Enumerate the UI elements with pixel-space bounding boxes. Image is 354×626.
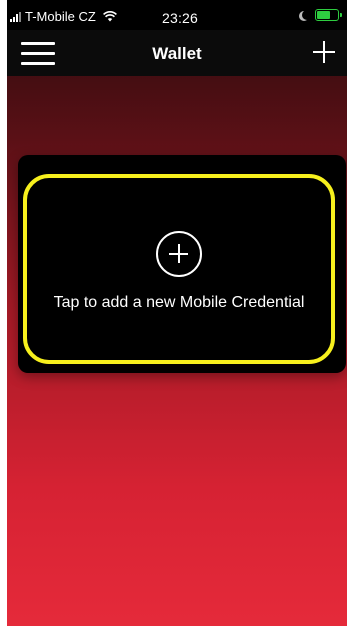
status-time: 23:26	[162, 10, 199, 26]
battery-charging-icon	[315, 9, 342, 21]
carrier-name: T-Mobile CZ	[25, 9, 96, 24]
highlight-frame[interactable]: Tap to add a new Mobile Credential	[23, 174, 335, 364]
phone-screen: T-Mobile CZ 23:26 Wallet Tap to add a ne…	[7, 0, 347, 626]
navigation-bar: Wallet	[7, 30, 347, 76]
add-credential-label[interactable]: Tap to add a new Mobile Credential	[27, 294, 331, 312]
plus-icon[interactable]	[313, 41, 335, 63]
status-left: T-Mobile CZ	[10, 9, 117, 24]
status-bar: T-Mobile CZ 23:26	[7, 0, 347, 30]
signal-icon	[10, 11, 21, 22]
status-right	[299, 9, 342, 21]
wifi-icon	[102, 11, 117, 22]
page-title: Wallet	[152, 44, 202, 63]
moon-icon	[302, 10, 312, 20]
add-credential-card[interactable]: Tap to add a new Mobile Credential	[18, 155, 346, 373]
plus-circle-icon[interactable]	[156, 231, 202, 277]
